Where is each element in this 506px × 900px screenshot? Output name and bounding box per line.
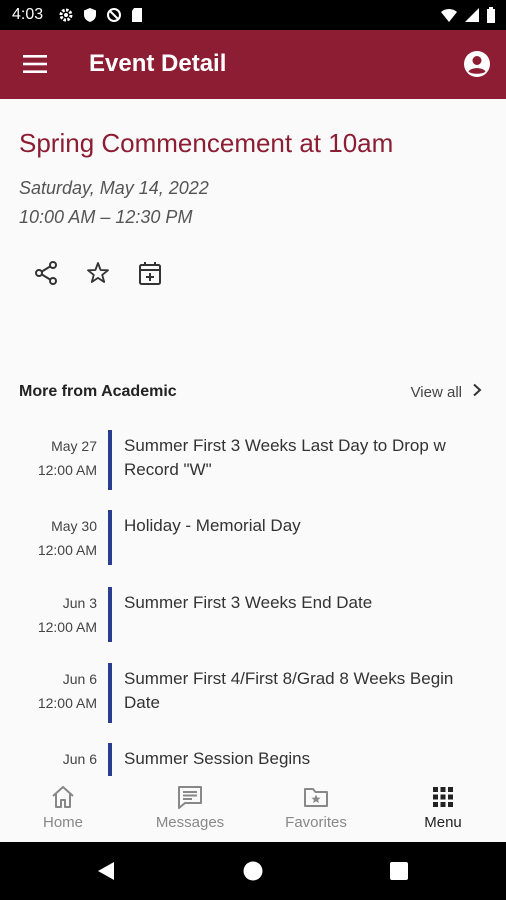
event-item-title-line: Record "W"	[124, 460, 212, 479]
wifi-icon	[440, 7, 458, 23]
event-item-accent-bar	[108, 663, 112, 723]
signal-icon	[464, 7, 480, 23]
event-item-accent-bar	[108, 510, 112, 565]
event-item-time: 12:00 AM	[37, 695, 97, 711]
sd-card-icon	[130, 7, 144, 23]
tab-menu[interactable]: Menu	[380, 776, 506, 842]
tab-home-label: Home	[42, 814, 83, 831]
tab-messages-label: Messages	[155, 814, 225, 831]
event-item-date: Jun 6	[62, 671, 97, 687]
tab-menu-label: Menu	[424, 814, 462, 831]
chevron-right-icon	[472, 383, 482, 401]
event-item-accent-bar	[108, 743, 112, 776]
view-all-label: View all	[410, 383, 462, 401]
event-title: Spring Commencement at 10am	[19, 128, 394, 158]
messages-icon	[177, 784, 203, 810]
event-time: 10:00 AM – 12:30 PM	[19, 207, 193, 227]
event-item-time: 12:00 AM	[37, 619, 97, 635]
page-title: Event Detail	[89, 50, 227, 77]
event-item-date: Jun 6	[62, 751, 97, 767]
tab-favorites[interactable]: Favorites	[253, 776, 379, 842]
home-icon	[50, 784, 76, 810]
back-icon[interactable]	[96, 861, 116, 886]
bottom-navigation: Home Messages Favorites Menu	[0, 776, 506, 842]
event-item-accent-bar	[108, 587, 112, 642]
gear-icon	[58, 7, 74, 23]
no-sim-icon	[106, 7, 122, 23]
event-item-title-line: Holiday - Memorial Day	[124, 516, 301, 535]
event-date: Saturday, May 14, 2022	[19, 178, 209, 198]
favorites-folder-icon	[303, 784, 329, 810]
recents-icon[interactable]	[390, 862, 408, 885]
event-item-title-line: Summer First 3 Weeks Last Day to Drop w	[124, 436, 446, 455]
event-item-time: 12:00 AM	[37, 542, 97, 558]
event-item-time: 12:00 AM	[37, 462, 97, 478]
home-button-icon[interactable]	[243, 861, 263, 886]
tab-messages[interactable]: Messages	[127, 776, 253, 842]
view-all-link[interactable]: View all	[411, 383, 482, 401]
tab-favorites-label: Favorites	[285, 814, 347, 831]
status-time: 4:03	[12, 6, 44, 23]
share-icon[interactable]	[33, 260, 59, 286]
app-bar: Event Detail	[0, 30, 506, 99]
event-item-date: May 30	[51, 518, 97, 534]
event-item-title-line: Summer First 4/First 8/Grad 8 Weeks Begi…	[124, 669, 454, 688]
account-icon[interactable]	[463, 50, 491, 78]
battery-icon	[486, 7, 496, 23]
event-actions	[33, 260, 189, 286]
grid-menu-icon	[430, 784, 456, 810]
star-icon[interactable]	[85, 260, 111, 286]
section-heading: More from Academic	[19, 383, 177, 400]
event-item-date: Jun 3	[62, 595, 97, 611]
event-item-title-line: Summer First 3 Weeks End Date	[124, 593, 373, 612]
status-bar: 4:03	[0, 0, 506, 30]
add-to-calendar-icon[interactable]	[137, 260, 163, 286]
event-item-title-line: Summer Session Begins	[124, 749, 311, 768]
shield-icon	[82, 7, 98, 23]
event-item-accent-bar	[108, 430, 112, 490]
system-navigation-bar	[0, 842, 506, 900]
event-item-date: May 27	[51, 438, 97, 454]
hamburger-menu-icon[interactable]	[22, 51, 48, 77]
event-item-title-line: Date	[124, 693, 160, 712]
tab-home[interactable]: Home	[0, 776, 126, 842]
